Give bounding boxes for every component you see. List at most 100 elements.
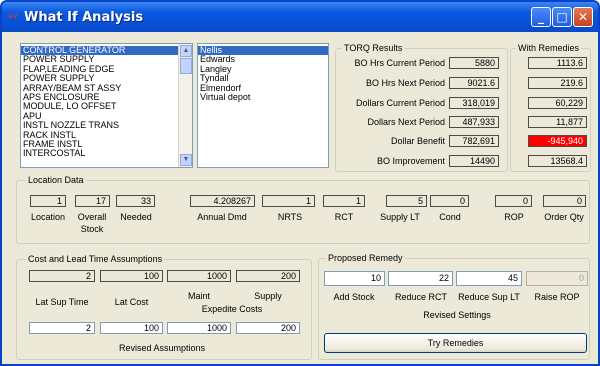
with-remedies-value: 1113.6 [528, 57, 587, 69]
lat-cost-current-field: 100 [100, 270, 163, 282]
component-list-item[interactable]: ARRAY/BEAM ST ASSY [21, 84, 179, 93]
component-list-item[interactable]: FLAP,LEADING EDGE [21, 65, 179, 74]
scrollbar-thumb[interactable] [180, 58, 192, 74]
proposed-remedy-title: Proposed Remedy [326, 253, 405, 263]
expedite-costs-label: Expedite Costs [201, 304, 263, 314]
overall-stock-label-1: Overall [77, 212, 107, 222]
component-list-item[interactable]: APU [21, 112, 179, 121]
component-list-item[interactable]: FRAME INSTL [21, 140, 179, 149]
rop-label: ROP [504, 212, 524, 222]
cost-lead-time-title: Cost and Lead Time Assumptions [26, 254, 165, 264]
window-title: What If Analysis [24, 10, 144, 25]
what-if-analysis-window: ⑂⑂ What If Analysis _ □ ✕ CONTROL GENERA… [0, 0, 600, 366]
torq-result-label: BO Improvement [376, 156, 445, 166]
with-remedies-title: With Remedies [516, 43, 582, 53]
component-list-scrollbar[interactable]: ▲ ▼ [178, 44, 192, 167]
rop-field: 0 [495, 195, 532, 207]
reduce-sup-lt-input[interactable]: 45 [456, 271, 522, 286]
order-qty-field: 0 [543, 195, 586, 207]
lat-sup-time-label: Lat Sup Time [35, 297, 89, 307]
torq-result-label: BO Hrs Next Period [365, 78, 445, 88]
cond-label: Cond [439, 212, 461, 222]
supply-current-field: 200 [236, 270, 300, 282]
supply-label: Supply [254, 291, 282, 301]
location-list-item[interactable]: Tyndall [198, 74, 328, 83]
location-list-item[interactable]: Edwards [198, 55, 328, 64]
reduce-rct-label: Reduce RCT [394, 292, 448, 302]
try-remedies-button[interactable]: Try Remedies [324, 333, 587, 353]
component-list-item[interactable]: POWER SUPPLY [21, 74, 179, 83]
location-list-item[interactable]: Langley [198, 65, 328, 74]
component-list-item[interactable]: INTERCOSTAL [21, 149, 179, 158]
component-list-item[interactable]: RACK INSTL [21, 131, 179, 140]
torq-result-label: BO Hrs Current Period [354, 58, 445, 68]
with-remedies-value: 60,229 [528, 97, 587, 109]
raise-rop-input[interactable]: 0 [526, 271, 588, 286]
component-listbox[interactable]: CONTROL GENERATOR POWER SUPPLY FLAP,LEADIN… [20, 43, 193, 168]
close-button[interactable]: ✕ [573, 7, 593, 27]
lat-sup-time-revised-input[interactable]: 2 [29, 322, 95, 334]
nrts-label: NRTS [277, 212, 303, 222]
overall-stock-label-2: Stock [80, 224, 104, 234]
maint-label: Maint [187, 291, 210, 301]
component-list-item[interactable]: CONTROL GENERATOR [21, 46, 179, 56]
maint-current-field: 1000 [167, 270, 231, 282]
component-list-item[interactable]: INSTL NOZZLE TRANS [21, 121, 179, 130]
revised-assumptions-label: Revised Assumptions [118, 343, 206, 353]
torq-result-label: Dollar Benefit [390, 136, 445, 146]
component-list-item[interactable]: POWER SUPPLY [21, 55, 179, 64]
minimize-icon: _ [538, 10, 544, 24]
location-list-item[interactable]: Nellis [198, 46, 328, 56]
supply-revised-input[interactable]: 200 [236, 322, 300, 334]
component-list-item[interactable]: MODULE, LO OFFSET [21, 102, 179, 111]
annual-dmd-field: 4.208267 [190, 195, 255, 207]
maint-revised-input[interactable]: 1000 [167, 322, 231, 334]
lat-cost-revised-input[interactable]: 100 [100, 322, 163, 334]
torq-result-value: 318,019 [449, 97, 499, 109]
annual-dmd-label: Annual Dmd [197, 212, 247, 222]
title-bar[interactable]: ⑂⑂ What If Analysis _ □ ✕ [2, 2, 598, 32]
torq-result-value: 5880 [449, 57, 499, 69]
nrts-field: 1 [262, 195, 315, 207]
add-stock-label: Add Stock [333, 292, 375, 302]
location-field: 1 [30, 195, 66, 207]
reduce-rct-input[interactable]: 22 [388, 271, 453, 286]
location-listbox[interactable]: Nellis Edwards Langley Tyndall Elmendorf Virt… [197, 43, 329, 168]
maximize-button[interactable]: □ [552, 7, 572, 27]
rct-field: 1 [323, 195, 365, 207]
torq-result-value: 782,691 [449, 135, 499, 147]
needed-field: 33 [116, 195, 155, 207]
torq-result-value: 9021.6 [449, 77, 499, 89]
order-qty-label: Order Qty [544, 212, 584, 222]
needed-label: Needed [120, 212, 152, 222]
scroll-down-arrow-icon[interactable]: ▼ [180, 154, 192, 166]
torq-results-title: TORQ Results [342, 43, 405, 53]
maximize-icon: □ [556, 10, 568, 24]
app-icon: ⑂⑂ [8, 12, 18, 21]
with-remedies-value: -945,940 [528, 135, 587, 147]
with-remedies-value: 11,877 [528, 116, 587, 128]
torq-result-label: Dollars Current Period [355, 98, 445, 108]
supply-lt-field: 5 [386, 195, 427, 207]
close-icon: ✕ [577, 10, 589, 24]
location-data-title: Location Data [26, 175, 86, 185]
torq-result-label: Dollars Next Period [367, 117, 445, 127]
lat-sup-time-current-field: 2 [29, 270, 95, 282]
revised-settings-label: Revised Settings [423, 310, 491, 320]
location-list-item[interactable]: Virtual depot [198, 93, 328, 102]
add-stock-input[interactable]: 10 [324, 271, 385, 286]
torq-result-value: 487,933 [449, 116, 499, 128]
raise-rop-label: Raise ROP [534, 292, 580, 302]
scroll-up-arrow-icon[interactable]: ▲ [180, 45, 192, 57]
overall-stock-field: 17 [75, 195, 110, 207]
with-remedies-value: 13568.4 [528, 155, 587, 167]
cond-field: 0 [430, 195, 469, 207]
component-list-item[interactable]: APS ENCLOSURE [21, 93, 179, 102]
minimize-button[interactable]: _ [531, 7, 551, 27]
reduce-sup-lt-label: Reduce Sup LT [458, 292, 520, 302]
location-list-item[interactable]: Elmendorf [198, 84, 328, 93]
with-remedies-value: 219.6 [528, 77, 587, 89]
torq-result-value: 14490 [449, 155, 499, 167]
lat-cost-label: Lat Cost [114, 297, 149, 307]
rct-label: RCT [334, 212, 354, 222]
